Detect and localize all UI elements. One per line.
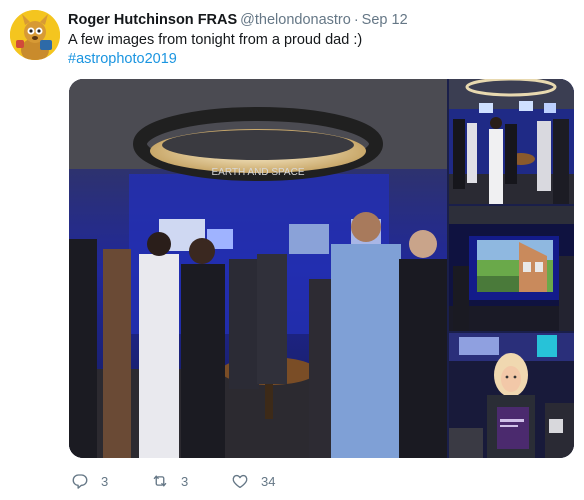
reply-button[interactable]: 3	[71, 470, 108, 492]
tweet-date[interactable]: Sep 12	[362, 12, 408, 28]
retweet-icon	[153, 475, 167, 487]
tweet-header: Roger Hutchinson FRAS @thelondonastro · Sep…	[68, 11, 408, 29]
like-button[interactable]: 34	[231, 470, 275, 492]
media-grid: EARTH AND SPACE	[69, 79, 574, 458]
author-handle[interactable]: @thelondonastro	[240, 12, 351, 28]
photo-event-hall[interactable]: EARTH AND SPACE	[69, 79, 447, 458]
tweet-actions: 3 3 34	[69, 470, 469, 492]
author-name[interactable]: Roger Hutchinson FRAS	[68, 12, 237, 28]
tweet: Roger Hutchinson FRAS @thelondonastro · Sep…	[0, 0, 584, 500]
hashtag-link[interactable]: #astrophoto2019	[68, 50, 177, 69]
girl-with-certificate-image	[449, 333, 574, 458]
photo-crowd[interactable]	[449, 79, 574, 204]
avatar-cartoon-image	[10, 10, 60, 60]
earth-and-space-sign: EARTH AND SPACE	[212, 167, 305, 178]
photo-girl-with-certificate[interactable]	[449, 333, 574, 458]
exhibit-screen-image	[449, 206, 574, 331]
reply-count: 3	[101, 473, 109, 489]
separator-dot: ·	[353, 12, 359, 28]
tweet-text: A few images from tonight from a proud d…	[68, 32, 363, 48]
reply-icon	[72, 474, 88, 489]
retweet-button[interactable]: 3	[151, 470, 188, 492]
retweet-count: 3	[181, 473, 189, 489]
photo-exhibit-screen[interactable]	[449, 206, 574, 331]
like-count: 34	[261, 473, 276, 489]
event-hall-image: EARTH AND SPACE	[69, 79, 447, 458]
heart-icon	[232, 474, 248, 489]
avatar[interactable]	[10, 10, 60, 60]
crowd-image	[449, 79, 574, 204]
